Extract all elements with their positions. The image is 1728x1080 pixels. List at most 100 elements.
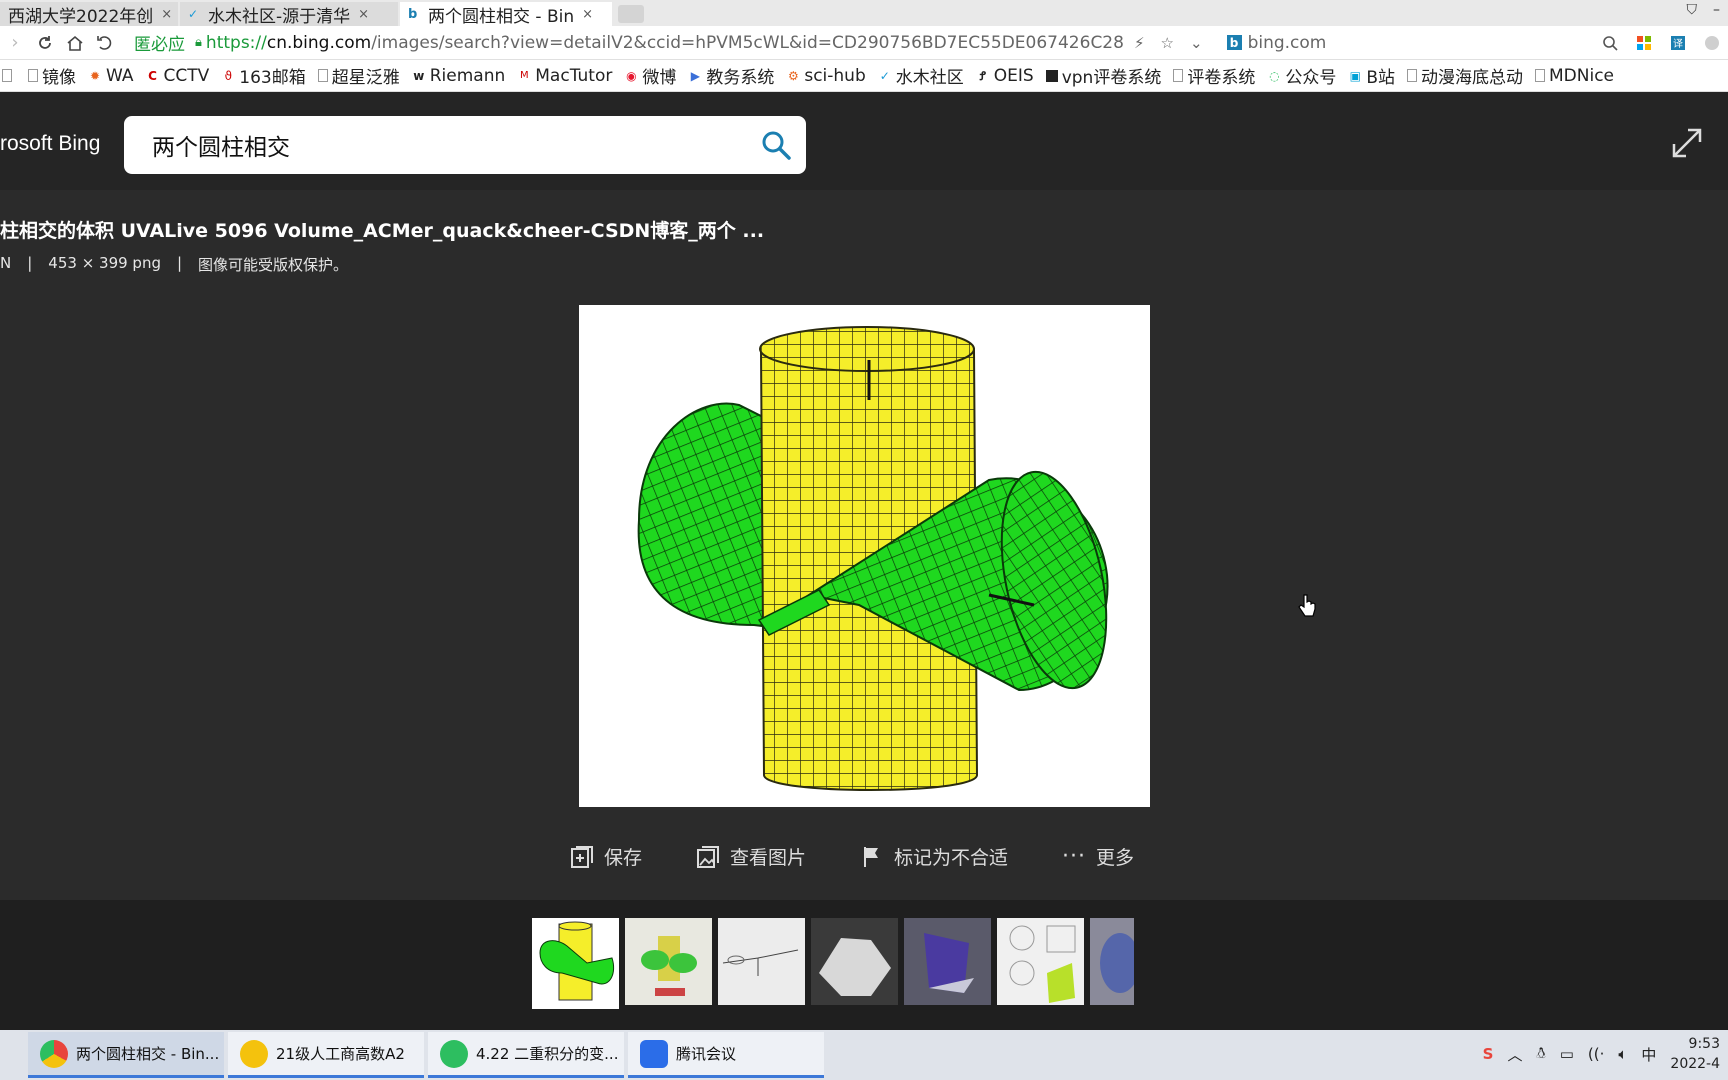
taskbar-item-browser[interactable]: 两个圆柱相交 - Bin... bbox=[28, 1032, 224, 1078]
lightning-icon[interactable]: ⚡︎ bbox=[1134, 34, 1145, 52]
thumbnail-item[interactable] bbox=[718, 918, 805, 1005]
browser-icon bbox=[40, 1039, 68, 1068]
taskbar-item-evernote[interactable]: 4.22 二重积分的变... bbox=[428, 1032, 624, 1078]
thumbnail-item[interactable] bbox=[811, 918, 898, 1005]
wiki-icon: w bbox=[413, 68, 425, 83]
bookmarks-bar: 镜像 ✹ WA C CCTV ϑ 163邮箱 超星泛雅 w Riemann M MacTu… bbox=[0, 60, 1728, 92]
tab-newsmth[interactable]: ✓ 水木社区-源于清华 × bbox=[180, 2, 398, 26]
reload-icon bbox=[39, 35, 51, 49]
view-image-button[interactable]: 查看图片 bbox=[696, 843, 806, 870]
bookmark-item[interactable]: ✓ 水木社区 bbox=[878, 63, 964, 88]
bookmark-item[interactable]: C CCTV bbox=[146, 66, 209, 86]
taskbar-item-meeting[interactable]: 腾讯会议 bbox=[628, 1032, 824, 1078]
battery-icon[interactable]: ▭ bbox=[1560, 1045, 1574, 1063]
chevron-up-icon[interactable]: ︿ bbox=[1507, 1044, 1522, 1065]
search-engine-label: bing.com bbox=[1247, 32, 1327, 53]
thumbnail-item[interactable] bbox=[1090, 918, 1134, 1005]
bookmark-item[interactable]: ◌ 公众号 bbox=[1267, 63, 1336, 88]
thumb-cylinders-image bbox=[539, 921, 615, 1001]
cert-badge[interactable]: 匿必应 bbox=[134, 30, 185, 55]
forward-button[interactable]: › bbox=[0, 28, 30, 58]
evernote-icon bbox=[440, 1039, 468, 1068]
search-input[interactable] bbox=[152, 132, 732, 158]
thumbnail-item[interactable] bbox=[532, 918, 619, 1009]
bilibili-icon: ▣ bbox=[1349, 68, 1361, 83]
tab-label: 两个圆柱相交 - Bin bbox=[428, 6, 575, 27]
weibo-icon: ◉ bbox=[626, 68, 637, 83]
bookmark-item[interactable]: 超星泛雅 bbox=[317, 63, 400, 88]
bookmark-item[interactable]: w Riemann bbox=[412, 66, 505, 86]
bookmark-partial[interactable] bbox=[2, 69, 16, 82]
bookmark-item[interactable]: M MacTutor bbox=[517, 66, 612, 86]
sogou-icon[interactable]: S bbox=[1483, 1045, 1494, 1063]
tab-bing[interactable]: b 两个圆柱相交 - Bin × bbox=[400, 2, 612, 26]
flag-button[interactable]: 标记为不合适 bbox=[860, 843, 1008, 870]
minimize-icon[interactable]: – bbox=[1713, 2, 1720, 18]
search-icon[interactable] bbox=[760, 129, 792, 161]
clock[interactable]: 9:53 2022-4 bbox=[1670, 1034, 1720, 1074]
translate-icon[interactable]: 译 bbox=[1670, 35, 1686, 51]
apps-icon[interactable] bbox=[1636, 35, 1652, 51]
oeis-icon: Ꝭ bbox=[979, 68, 986, 83]
bookmark-item[interactable]: ▶ 教务系统 bbox=[688, 63, 775, 88]
bookmark-item[interactable]: ⚙ sci-hub bbox=[786, 66, 866, 86]
close-icon[interactable]: × bbox=[582, 7, 593, 22]
bookmark-item[interactable]: ✹ WA bbox=[88, 66, 134, 86]
os-taskbar: 两个圆柱相交 - Bin... 21级人工商高数A2 4.22 二重积分的变..… bbox=[0, 1030, 1728, 1080]
reload-button[interactable] bbox=[30, 28, 60, 58]
image-meta: N | 453 × 399 png | 图像可能受版权保护。 bbox=[0, 254, 348, 275]
undo-icon bbox=[97, 35, 112, 50]
page-icon bbox=[1407, 69, 1417, 82]
chevron-down-icon[interactable]: ⌄ bbox=[1190, 34, 1203, 52]
search-icon[interactable] bbox=[1602, 35, 1618, 51]
bing-icon: b bbox=[408, 7, 418, 22]
thumbnail-item[interactable] bbox=[997, 918, 1084, 1005]
url-host: cn.bing.com bbox=[266, 32, 372, 53]
bing-icon: b bbox=[1226, 35, 1242, 50]
ime-indicator[interactable]: 中 bbox=[1641, 1044, 1656, 1065]
undo-button[interactable] bbox=[90, 28, 120, 58]
bing-brand[interactable]: rosoft Bing bbox=[0, 132, 100, 156]
bookmark-item[interactable]: Ꝭ OEIS bbox=[976, 66, 1034, 86]
vpn-icon bbox=[1045, 69, 1058, 82]
thumb-cylinders-image bbox=[641, 936, 697, 996]
close-icon[interactable]: × bbox=[161, 7, 172, 22]
image-actions: 保存 查看图片 标记为不合适 ··· 更多 bbox=[570, 843, 1134, 870]
extension-icon[interactable] bbox=[1704, 35, 1720, 51]
url-scheme: https:// bbox=[205, 32, 267, 53]
thumbnail-item[interactable] bbox=[904, 918, 991, 1005]
new-tab-button[interactable] bbox=[618, 5, 644, 23]
more-button[interactable]: ··· 更多 bbox=[1062, 843, 1134, 870]
thumb-partial-image bbox=[1100, 933, 1134, 993]
expand-icon[interactable] bbox=[1670, 126, 1704, 160]
bulb-icon bbox=[240, 1039, 268, 1068]
bookmark-item[interactable]: 动漫海底总动 bbox=[1407, 63, 1523, 88]
mactutor-icon: M bbox=[519, 69, 529, 81]
hand-cursor-icon bbox=[1298, 594, 1316, 617]
image-title[interactable]: 柱相交的体积 UVALive 5096 Volume_ACMer_quack&c… bbox=[0, 216, 764, 243]
tab-xihu[interactable]: 西湖大学2022年创 × bbox=[0, 2, 178, 26]
bookmark-item[interactable]: ▣ B站 bbox=[1348, 63, 1395, 88]
url-field[interactable]: 匿必应 🔒︎ https:// cn.bing.com /images/sear… bbox=[134, 30, 1124, 56]
star-icon[interactable]: ☆ bbox=[1161, 34, 1174, 52]
search-engine-indicator[interactable]: b bing.com bbox=[1226, 32, 1327, 53]
more-icon: ··· bbox=[1062, 844, 1087, 869]
bookmark-item[interactable]: ϑ 163邮箱 bbox=[221, 63, 306, 88]
bookmark-item[interactable]: MDNice bbox=[1535, 66, 1614, 86]
bookmark-item[interactable]: 评卷系统 bbox=[1173, 63, 1255, 88]
play-icon: ▶ bbox=[690, 68, 700, 83]
bookmark-item[interactable]: vpn评卷系统 bbox=[1045, 63, 1161, 88]
bookmark-item[interactable]: ◉ 微博 bbox=[624, 63, 676, 88]
home-button[interactable] bbox=[60, 28, 90, 58]
wifi-icon[interactable]: ((· bbox=[1588, 1045, 1604, 1063]
qq-icon[interactable]: 🐧︎ bbox=[1536, 1044, 1545, 1064]
taskbar-item-course[interactable]: 21级人工商高数A2 bbox=[228, 1032, 424, 1078]
mail163-icon: ϑ bbox=[224, 68, 232, 83]
main-image[interactable] bbox=[579, 305, 1150, 807]
volume-icon[interactable]: 🔈︎ bbox=[1618, 1045, 1627, 1063]
save-button[interactable]: 保存 bbox=[570, 843, 642, 870]
bookmark-item[interactable]: 镜像 bbox=[28, 63, 76, 88]
thumbnail-item[interactable] bbox=[625, 918, 712, 1005]
shirt-icon[interactable]: ⛉ bbox=[1687, 2, 1698, 18]
close-icon[interactable]: × bbox=[358, 7, 369, 22]
